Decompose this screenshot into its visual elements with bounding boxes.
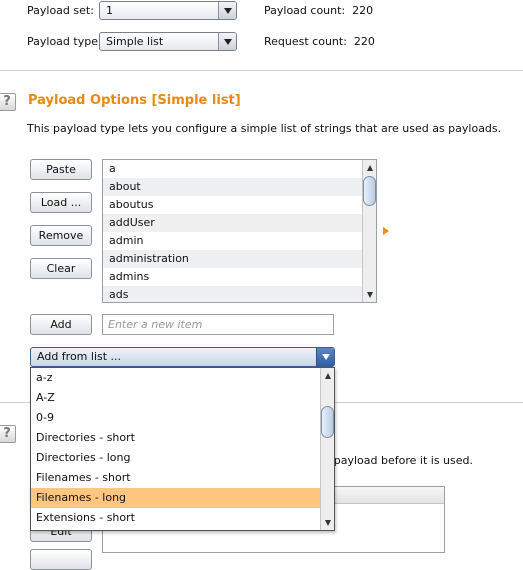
dropdown-scrollbar[interactable]	[320, 368, 334, 530]
add-from-list-popup[interactable]: a-z A-Z 0-9 Directories - short Director…	[30, 367, 335, 531]
request-count-value: 220	[353, 35, 375, 48]
chevron-down-icon[interactable]	[218, 2, 236, 19]
help-icon[interactable]: ?	[0, 93, 16, 111]
scroll-thumb[interactable]	[363, 176, 376, 206]
scroll-thumb[interactable]	[321, 406, 334, 438]
payload-count-label: Payload count: 220	[264, 4, 374, 17]
section-description: This payload type lets you configure a s…	[27, 122, 502, 135]
list-item[interactable]: ads	[103, 286, 376, 302]
help-icon[interactable]: ?	[0, 425, 16, 443]
dropdown-option[interactable]: Filenames - short	[31, 468, 320, 488]
scroll-up-icon[interactable]	[321, 369, 334, 382]
scroll-down-icon[interactable]	[363, 288, 376, 301]
load-button[interactable]: Load ...	[30, 192, 92, 213]
payload-set-value: 1	[106, 4, 113, 17]
paste-button[interactable]: Paste	[30, 159, 92, 180]
add-button[interactable]: Add	[30, 314, 92, 335]
clear-button[interactable]: Clear	[30, 258, 92, 279]
list-scrollbar[interactable]	[362, 160, 376, 302]
dropdown-option[interactable]: 0-9	[31, 408, 320, 428]
payload-type-label: Payload type:	[27, 35, 102, 48]
list-item[interactable]: addUser	[103, 214, 376, 232]
dropdown-option[interactable]: Directories - long	[31, 448, 320, 468]
list-item[interactable]: aboutus	[103, 196, 376, 214]
chevron-down-icon[interactable]	[316, 348, 334, 366]
list-item[interactable]: admin	[103, 232, 376, 250]
add-from-list-select[interactable]: Add from list ...	[30, 347, 335, 367]
expand-arrow-icon	[383, 227, 389, 235]
list-item[interactable]: a	[103, 160, 376, 178]
dropdown-option[interactable]: A-Z	[31, 388, 320, 408]
list-item[interactable]: admins	[103, 268, 376, 286]
scroll-up-icon[interactable]	[363, 161, 376, 174]
payload-list[interactable]: a about aboutus addUser admin administra…	[102, 159, 377, 303]
new-item-input[interactable]	[102, 314, 334, 335]
section-title: Payload Options [Simple list]	[28, 93, 241, 108]
payload-type-select[interactable]: Simple list	[99, 32, 237, 51]
chevron-down-icon[interactable]	[218, 33, 236, 50]
dropdown-option-selected[interactable]: Filenames - long	[31, 488, 320, 508]
list-item[interactable]: administration	[103, 250, 376, 268]
dropdown-option[interactable]: a-z	[31, 368, 320, 388]
payload-set-label: Payload set:	[27, 4, 94, 17]
payload-count-value: 220	[352, 4, 374, 17]
add-from-list-label: Add from list ...	[37, 350, 122, 363]
scroll-down-icon[interactable]	[321, 516, 334, 529]
section-divider	[0, 70, 523, 71]
dropdown-option[interactable]: Extensions - short	[31, 508, 320, 528]
remove-rule-button[interactable]	[30, 549, 92, 570]
request-count-label: Request count: 220	[264, 35, 375, 48]
remove-button[interactable]: Remove	[30, 225, 92, 246]
payload-type-value: Simple list	[106, 35, 164, 48]
dropdown-option[interactable]: Directories - short	[31, 428, 320, 448]
payload-set-select[interactable]: 1	[99, 1, 237, 20]
list-item[interactable]: about	[103, 178, 376, 196]
